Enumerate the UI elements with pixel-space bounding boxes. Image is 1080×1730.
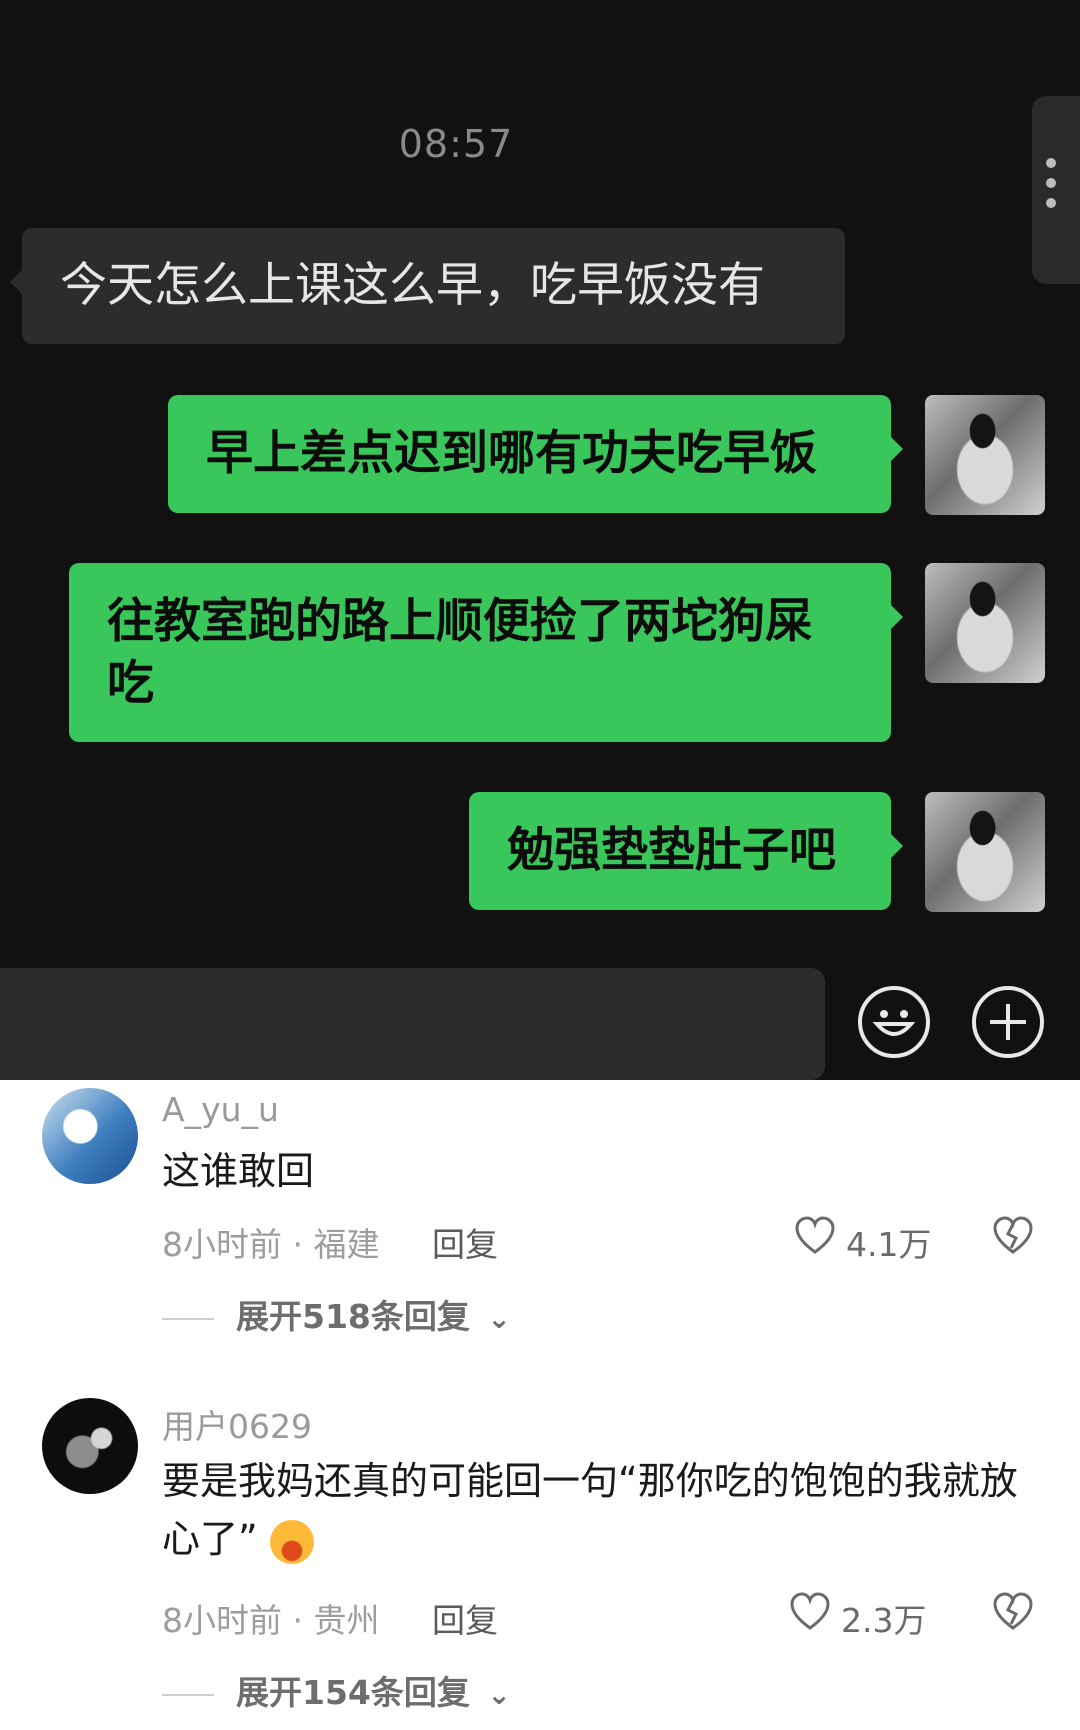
message-bubble-outgoing[interactable]: 勉强垫垫肚子吧 xyxy=(469,792,903,910)
message-text: 早上差点迟到哪有功夫吃早饭 xyxy=(206,426,817,481)
comment-meta: 8小时前 · 福建 xyxy=(162,1225,380,1264)
plus-circle-icon[interactable] xyxy=(972,986,1044,1058)
expand-replies-button[interactable]: 展开154条回复 ⌄ xyxy=(162,1666,511,1714)
message-text: 往教室跑的路上顺便捡了两坨狗屎吃 xyxy=(107,594,812,711)
comment-meta: 8小时前 · 贵州 xyxy=(162,1601,380,1640)
more-options-handle[interactable] xyxy=(1032,96,1080,284)
message-bubble-outgoing[interactable]: 早上差点迟到哪有功夫吃早饭 xyxy=(168,395,903,513)
my-avatar[interactable] xyxy=(925,792,1045,912)
message-input[interactable] xyxy=(0,968,825,1080)
dislike-icon[interactable] xyxy=(991,1590,1035,1634)
chat-screenshot: 08:57 今天怎么上课这么早，吃早饭没有 早上差点迟到哪有功夫吃早饭 往教室跑… xyxy=(0,0,1080,1080)
reply-button[interactable]: 回复 xyxy=(432,1594,498,1642)
heart-icon[interactable] xyxy=(788,1590,832,1634)
divider-line xyxy=(162,1693,214,1696)
dislike-icon[interactable] xyxy=(991,1214,1035,1258)
divider-line xyxy=(162,1317,214,1320)
comment-username[interactable]: 用户0629 xyxy=(162,1400,312,1448)
like-count: 4.1万 xyxy=(846,1225,932,1264)
message-time: 08:57 xyxy=(398,122,514,166)
reply-button[interactable]: 回复 xyxy=(432,1218,498,1266)
comment-username[interactable]: A_yu_u xyxy=(162,1090,279,1129)
chevron-down-icon: ⌄ xyxy=(487,1302,511,1335)
commenter-avatar[interactable] xyxy=(42,1088,138,1184)
commenter-avatar[interactable] xyxy=(42,1398,138,1494)
message-text: 今天怎么上课这么早，吃早饭没有 xyxy=(60,258,765,313)
chevron-down-icon: ⌄ xyxy=(487,1678,511,1711)
grin-emoji-icon xyxy=(269,1519,314,1564)
dot-icon xyxy=(1046,178,1056,188)
my-avatar[interactable] xyxy=(925,395,1045,515)
heart-icon[interactable] xyxy=(793,1214,837,1258)
smiley-icon[interactable] xyxy=(858,986,930,1058)
comment-text: 这谁敢回 xyxy=(162,1149,315,1193)
expand-replies-label: 展开154条回复 xyxy=(236,1673,470,1712)
message-bubble-incoming[interactable]: 今天怎么上课这么早，吃早饭没有 xyxy=(10,228,845,344)
comment-section: A_yu_u 这谁敢回 8小时前 · 福建 回复 4.1万 展开518条回复 ⌄… xyxy=(0,1080,1080,1730)
dot-icon xyxy=(1046,158,1056,168)
my-avatar[interactable] xyxy=(925,563,1045,683)
expand-replies-button[interactable]: 展开518条回复 ⌄ xyxy=(162,1290,511,1338)
comment-text: 要是我妈还真的可能回一句“那你吃的饱饱的我就放心了” xyxy=(162,1452,1022,1568)
dot-icon xyxy=(1046,198,1056,208)
like-count: 2.3万 xyxy=(841,1601,927,1640)
message-text: 勉强垫垫肚子吧 xyxy=(507,823,836,878)
message-bubble-outgoing[interactable]: 往教室跑的路上顺便捡了两坨狗屎吃 xyxy=(69,563,903,742)
expand-replies-label: 展开518条回复 xyxy=(236,1297,470,1336)
